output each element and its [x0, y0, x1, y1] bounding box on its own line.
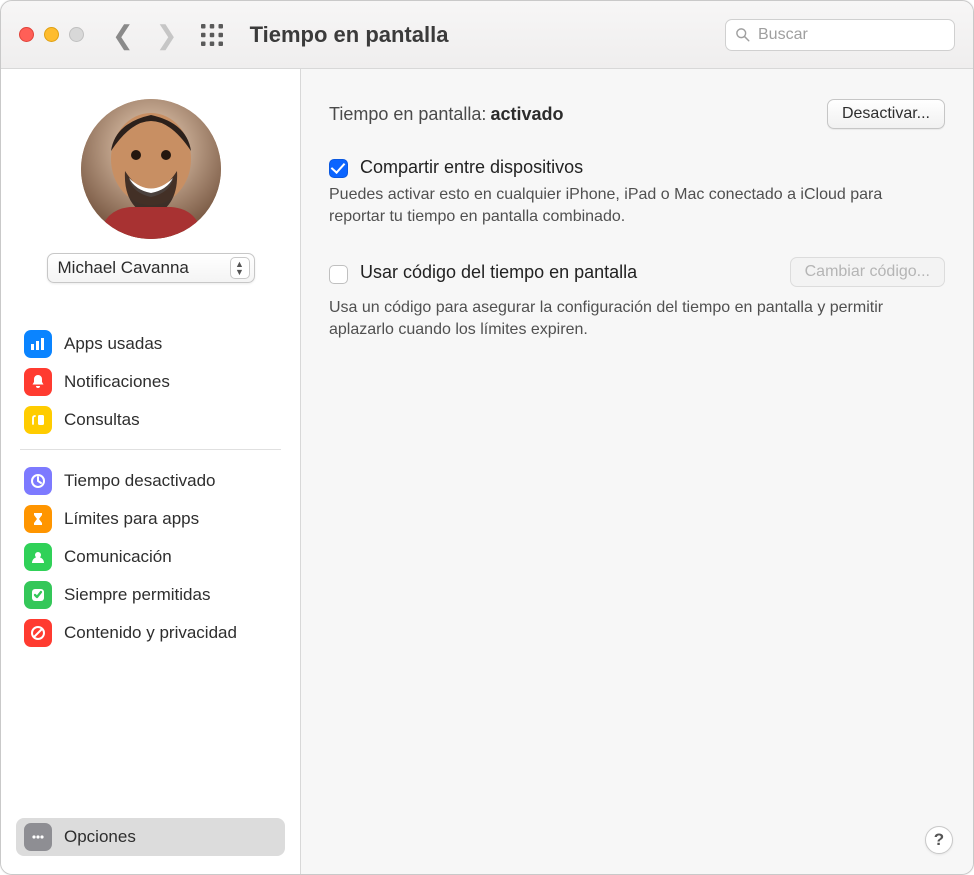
share-desc: Puedes activar esto en cualquier iPhone,… [329, 184, 939, 227]
user-select[interactable]: Michael Cavanna ▲▼ [47, 253, 255, 283]
sidebar-item-label: Contenido y privacidad [64, 623, 237, 643]
status-row: Tiempo en pantalla: activado Desactivar.… [329, 99, 945, 129]
separator [20, 449, 281, 450]
turn-off-button[interactable]: Desactivar... [827, 99, 945, 129]
window-title: Tiempo en pantalla [250, 22, 449, 48]
forward-button[interactable]: ❯ [156, 22, 178, 48]
traffic-lights [19, 27, 84, 42]
dots-icon [24, 823, 52, 851]
clock-moon-icon [24, 467, 52, 495]
sidebar-item-notif[interactable]: Notificaciones [16, 363, 285, 401]
toolbar: ❮ ❯ Tiempo en pantalla [1, 1, 973, 69]
zoom-window-button[interactable] [69, 27, 84, 42]
contact-icon [24, 543, 52, 571]
no-entry-icon [24, 619, 52, 647]
show-all-prefs-button[interactable] [200, 23, 224, 47]
passcode-title: Usar código del tiempo en pantalla [360, 262, 637, 283]
sidebar-item-label: Límites para apps [64, 509, 199, 529]
pickup-icon [24, 406, 52, 434]
search-field-wrap[interactable] [725, 19, 955, 51]
hourglass-icon [24, 505, 52, 533]
sidebar-item-allowed[interactable]: Siempre permitidas [16, 576, 285, 614]
search-icon [735, 27, 750, 42]
sidebar-item-apps[interactable]: Apps usadas [16, 325, 285, 363]
sidebar-item-label: Tiempo desactivado [64, 471, 216, 491]
back-button[interactable]: ❮ [112, 22, 134, 48]
share-title: Compartir entre dispositivos [360, 157, 583, 178]
sidebar-item-label: Notificaciones [64, 372, 170, 392]
sidebar-item-label: Apps usadas [64, 334, 162, 354]
nav-buttons: ❮ ❯ [112, 22, 178, 48]
passcode-checkbox[interactable] [329, 265, 348, 284]
chevron-updown-icon: ▲▼ [230, 257, 250, 279]
sidebar: Michael Cavanna ▲▼ Apps usadas [1, 69, 301, 874]
sidebar-item-downtime[interactable]: Tiempo desactivado [16, 462, 285, 500]
user-select-label: Michael Cavanna [58, 258, 230, 278]
search-input[interactable] [756, 20, 945, 50]
user-avatar[interactable] [81, 99, 221, 239]
check-shield-icon [24, 581, 52, 609]
minimize-window-button[interactable] [44, 27, 59, 42]
help-button[interactable]: ? [925, 826, 953, 854]
passcode-block: Usar código del tiempo en pantalla Cambi… [329, 257, 945, 340]
close-window-button[interactable] [19, 27, 34, 42]
sidebar-item-pickups[interactable]: Consultas [16, 401, 285, 439]
share-checkbox[interactable] [329, 159, 348, 178]
sidebar-nav: Apps usadas Notificaciones Consultas [1, 295, 300, 652]
bar-chart-icon [24, 330, 52, 358]
status-label: Tiempo en pantalla: [329, 104, 486, 125]
sidebar-item-comm[interactable]: Comunicación [16, 538, 285, 576]
sidebar-item-label: Siempre permitidas [64, 585, 210, 605]
sidebar-item-label: Comunicación [64, 547, 172, 567]
passcode-desc: Usa un código para asegurar la configura… [329, 297, 939, 340]
share-across-devices-block: Compartir entre dispositivos Puedes acti… [329, 157, 945, 227]
sidebar-item-label: Opciones [64, 827, 136, 847]
sidebar-item-label: Consultas [64, 410, 140, 430]
prefs-window: ❮ ❯ Tiempo en pantalla [0, 0, 974, 875]
bell-icon [24, 368, 52, 396]
main-content: Tiempo en pantalla: activado Desactivar.… [301, 69, 973, 874]
sidebar-item-content[interactable]: Contenido y privacidad [16, 614, 285, 652]
sidebar-item-limits[interactable]: Límites para apps [16, 500, 285, 538]
sidebar-item-options[interactable]: Opciones [16, 818, 285, 856]
change-passcode-button[interactable]: Cambiar código... [790, 257, 945, 287]
status-value: activado [490, 104, 563, 125]
